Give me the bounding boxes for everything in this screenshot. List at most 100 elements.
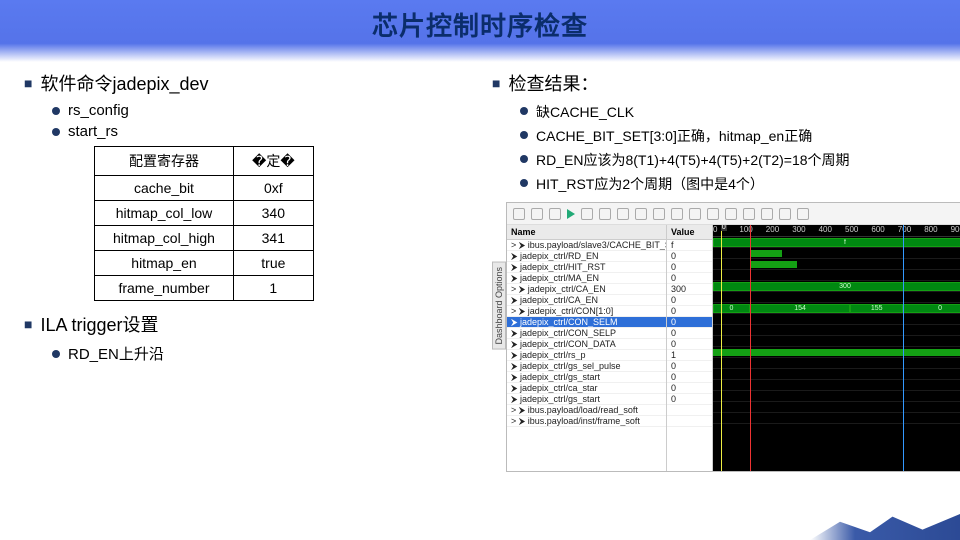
signal-value: 0 — [667, 394, 712, 405]
settings-icon[interactable] — [513, 208, 525, 220]
ruler-tick: 500 — [845, 225, 858, 234]
signal-row[interactable]: > ⮞ ibus.payload/slave3/CACHE_BIT_SET[3:… — [507, 240, 666, 251]
heading-text: ILA trigger设置 — [40, 311, 158, 337]
result-text: HIT_RST应为2个周期（图中是4个） — [536, 174, 764, 194]
signal-row[interactable]: ⮞ jadepix_ctrl/ca_star — [507, 383, 666, 394]
signal-value — [667, 405, 712, 416]
content-area: ■ 软件命令jadepix_dev rs_configstart_rs 配置寄存… — [0, 62, 960, 472]
signal-value: 0 — [667, 383, 712, 394]
swap-icon[interactable] — [779, 208, 791, 220]
ruler-tick: 0 — [713, 225, 717, 234]
ruler-tick: 900 — [951, 225, 960, 234]
table-cell: true — [233, 251, 313, 276]
signal-row[interactable]: ⮞ jadepix_ctrl/gs_start — [507, 394, 666, 405]
signal-value: 0 — [667, 372, 712, 383]
dot-bullet-icon — [520, 131, 528, 139]
result-text: CACHE_BIT_SET[3:0]正确，hitmap_en正确 — [536, 126, 812, 146]
results-list: 缺CACHE_CLKCACHE_BIT_SET[3:0]正确，hitmap_en… — [492, 102, 960, 194]
signal-value: 0 — [667, 262, 712, 273]
time-marker[interactable] — [903, 225, 904, 471]
signal-row[interactable]: ⮞ jadepix_ctrl/rs_p — [507, 350, 666, 361]
refresh-icon[interactable] — [635, 208, 647, 220]
signal-row[interactable]: ⮞ jadepix_ctrl/HIT_RST — [507, 262, 666, 273]
signal-row[interactable]: ⮞ jadepix_ctrl/CON_SELP — [507, 328, 666, 339]
cmd-item: start_rs — [52, 123, 464, 140]
signal-value: 0 — [667, 295, 712, 306]
remove-icon[interactable] — [549, 208, 561, 220]
signal-row[interactable]: ⮞ jadepix_ctrl/CON_SELM — [507, 317, 666, 328]
dot-bullet-icon — [520, 179, 528, 187]
marker-next-icon[interactable] — [725, 208, 737, 220]
trigger-label: RD_EN上升沿 — [68, 343, 164, 364]
signal-row[interactable]: ⮞ jadepix_ctrl/RD_EN — [507, 251, 666, 262]
ruler-tick: 400 — [819, 225, 832, 234]
wave-segment: 0 — [713, 304, 750, 313]
table-cell: 341 — [233, 226, 313, 251]
ruler-tick: 800 — [924, 225, 937, 234]
add-icon[interactable] — [531, 208, 543, 220]
dot-bullet-icon — [52, 107, 60, 115]
result-item: HIT_RST应为2个周期（图中是4个） — [520, 174, 960, 194]
heading-text: 检查结果： — [508, 70, 598, 96]
signal-row[interactable]: ⮞ jadepix_ctrl/CA_EN — [507, 295, 666, 306]
ruler-tick: 300 — [792, 225, 805, 234]
signal-value: f — [667, 240, 712, 251]
table-header-cell: 配置寄存器 — [95, 147, 234, 176]
signal-row[interactable]: > ⮞ jadepix_ctrl/CA_EN — [507, 284, 666, 295]
table-row: hitmap_col_high341 — [95, 226, 314, 251]
signal-row[interactable]: ⮞ jadepix_ctrl/gs_start — [507, 372, 666, 383]
zoom-fit-icon[interactable] — [689, 208, 701, 220]
table-row: hitmap_col_low340 — [95, 201, 314, 226]
step-icon[interactable] — [581, 208, 593, 220]
signal-value: 0 — [667, 306, 712, 317]
result-item: CACHE_BIT_SET[3:0]正确，hitmap_en正确 — [520, 126, 960, 146]
ila-side-tab[interactable]: Dashboard Options — [492, 262, 506, 350]
table-cell: frame_number — [95, 276, 234, 301]
ruler-tick: 200 — [766, 225, 779, 234]
signal-value: 0 — [667, 339, 712, 350]
waveform-area[interactable]: 01002003004005006007008009001,000 f30001… — [713, 225, 960, 471]
go-start-icon[interactable] — [743, 208, 755, 220]
heading-text: 软件命令jadepix_dev — [40, 70, 208, 96]
play-icon[interactable] — [567, 209, 575, 219]
ff-icon[interactable] — [599, 208, 611, 220]
stop-icon[interactable] — [617, 208, 629, 220]
signal-row[interactable]: > ⮞ jadepix_ctrl/CON[1:0] — [507, 306, 666, 317]
heading-ila-trigger: ■ ILA trigger设置 — [24, 311, 464, 337]
dot-bullet-icon — [520, 107, 528, 115]
table-row: frame_number1 — [95, 276, 314, 301]
table-cell: 340 — [233, 201, 313, 226]
table-cell: hitmap_col_low — [95, 201, 234, 226]
register-table: 配置寄存器�定� cache_bit0xfhitmap_col_low340hi… — [94, 146, 314, 301]
signal-value: 0 — [667, 273, 712, 284]
time-marker[interactable] — [750, 225, 751, 471]
signal-value: 0 — [667, 361, 712, 372]
signal-row[interactable]: > ⮞ ibus.payload/inst/frame_soft — [507, 416, 666, 427]
dot-bullet-icon — [52, 128, 60, 136]
signal-name-column: Name > ⮞ ibus.payload/slave3/CACHE_BIT_S… — [507, 225, 667, 471]
zoom-in-icon[interactable] — [653, 208, 665, 220]
zoom-out-icon[interactable] — [671, 208, 683, 220]
signal-row[interactable]: ⮞ jadepix_ctrl/CON_DATA — [507, 339, 666, 350]
col-header-value: Value — [667, 225, 712, 240]
signal-value: 0 — [667, 317, 712, 328]
time-marker[interactable]: 0 — [721, 225, 722, 471]
slide-header: 芯片控制时序检查 — [0, 0, 960, 62]
wave-segment — [750, 250, 782, 257]
signal-row[interactable]: ⮞ jadepix_ctrl/gs_sel_pulse — [507, 361, 666, 372]
square-bullet-icon: ■ — [492, 75, 500, 91]
table-row: hitmap_entrue — [95, 251, 314, 276]
col-header-name: Name — [507, 225, 666, 240]
go-end-icon[interactable] — [761, 208, 773, 220]
signal-row[interactable]: ⮞ jadepix_ctrl/MA_EN — [507, 273, 666, 284]
table-header-cell: �定� — [233, 147, 313, 176]
table-cell: cache_bit — [95, 176, 234, 201]
ruler-tick: 600 — [871, 225, 884, 234]
table-cell: hitmap_col_high — [95, 226, 234, 251]
marker-prev-icon[interactable] — [707, 208, 719, 220]
marker-label: 0 — [721, 225, 727, 231]
signal-value: 0 — [667, 251, 712, 262]
signal-value: 1 — [667, 350, 712, 361]
signal-row[interactable]: > ⮞ ibus.payload/load/read_soft — [507, 405, 666, 416]
export-icon[interactable] — [797, 208, 809, 220]
